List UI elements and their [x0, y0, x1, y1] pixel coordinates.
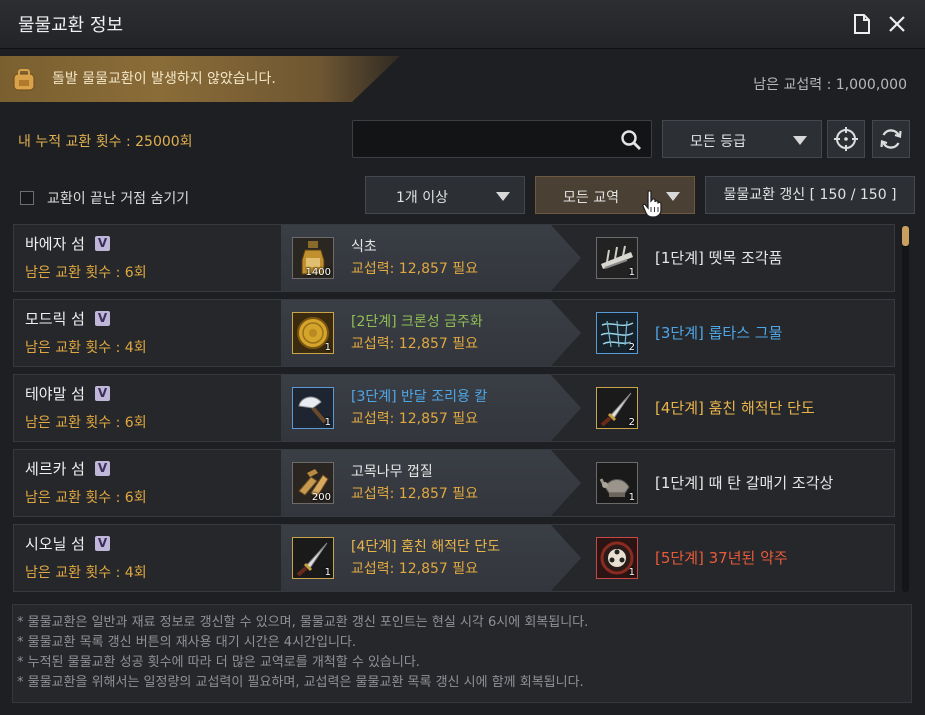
given-item-cost: 교섭력: 12,857 필요 — [351, 561, 479, 577]
scrollbar[interactable] — [902, 226, 909, 592]
pirate-dagger-icon[interactable]: 2 — [596, 387, 638, 429]
item-quantity: 1400 — [305, 267, 331, 278]
search-input[interactable] — [361, 129, 615, 151]
item-quantity: 1 — [324, 567, 331, 578]
route-filter-dropdown[interactable]: 모든 교역 — [535, 176, 695, 214]
crescent-knife-icon[interactable]: 1 — [292, 387, 334, 429]
remaining-negotiation-power: 남은 교섭력 : 1,000,000 — [753, 77, 907, 93]
route-filter-label: 모든 교역 — [563, 190, 619, 206]
remaining-trade-count: 남은 교환 횟수 : 6회 — [25, 415, 147, 431]
given-item-name: 고목나무 껍질 — [351, 464, 433, 480]
title-bar: 물물교환 정보 — [0, 0, 925, 49]
note-line: * 물물교환 목록 갱신 버튼의 재사용 대기 시간은 4시간입니다. — [17, 635, 357, 650]
chevron-down-icon — [666, 192, 680, 201]
sudden-trade-alert: 돌발 물물교환이 발생하지 않았습니다. — [0, 56, 400, 102]
item-quantity: 1 — [628, 567, 635, 578]
note-line: * 누적된 물물교환 성공 횟수에 따라 더 많은 교역로를 개척할 수 있습니… — [17, 655, 420, 670]
trade-row[interactable]: 시오닐 섬 V 남은 교환 횟수 : 4회 1 [4단계] 훔친 해적단 단도 교… — [13, 524, 895, 592]
seagull-statue-icon[interactable]: 1 — [596, 462, 638, 504]
note-line: * 물물교환은 일반과 재료 정보로 갱신할 수 있으며, 물물교환 갱신 포인… — [17, 615, 589, 630]
hide-finished-checkbox[interactable]: 교환이 끝난 거점 숨기기 — [20, 188, 189, 208]
received-item-name: [4단계] 훔친 해적단 단도 — [655, 399, 815, 417]
v-badge: V — [94, 461, 110, 476]
island-name: 시오닐 섬 — [25, 535, 85, 553]
given-item-cost: 교섭력: 12,857 필요 — [351, 336, 479, 352]
given-item-name: [3단계] 반달 조리용 칼 — [351, 389, 488, 405]
given-item-cost: 교섭력: 12,857 필요 — [351, 486, 479, 502]
backpack-icon — [11, 68, 37, 96]
island-name: 모드릭 섬 — [25, 310, 85, 328]
island-name: 바에자 섬 — [25, 235, 85, 253]
scrollbar-thumb[interactable] — [902, 226, 909, 246]
island-name: 세르카 섬 — [25, 460, 85, 478]
help-notes: * 물물교환은 일반과 재료 정보로 갱신할 수 있으며, 물물교환 갱신 포인… — [12, 604, 912, 703]
alert-message: 돌발 물물교환이 발생하지 않았습니다. — [52, 71, 276, 87]
v-badge: V — [94, 236, 110, 251]
received-item-name: [3단계] 롭타스 그물 — [655, 324, 783, 342]
checkbox-box[interactable] — [20, 191, 34, 205]
aged-wine-icon[interactable]: 1 — [596, 537, 638, 579]
island-name: 테야말 섬 — [25, 385, 85, 403]
item-quantity: 1 — [324, 342, 331, 353]
pirate-dagger-icon[interactable]: 1 — [292, 537, 334, 579]
given-item-cost: 교섭력: 12,857 필요 — [351, 261, 479, 277]
item-quantity: 200 — [311, 492, 331, 503]
given-item-cost: 교섭력: 12,857 필요 — [351, 411, 479, 427]
hand-cursor-icon — [641, 189, 667, 223]
v-badge: V — [94, 386, 110, 401]
given-item-name: [2단계] 크론성 금주화 — [351, 314, 483, 330]
trade-row[interactable]: 모드릭 섬 V 남은 교환 횟수 : 4회 1 [2단계] 크론성 금주화 교섭력… — [13, 299, 895, 367]
count-filter-label: 1개 이상 — [396, 190, 448, 206]
given-item-name: [4단계] 훔친 해적단 단도 — [351, 539, 501, 555]
close-icon[interactable] — [885, 12, 909, 36]
trade-refresh-button[interactable]: 물물교환 갱신 [ 150 / 150 ] — [705, 176, 915, 214]
v-badge: V — [94, 311, 110, 326]
item-quantity: 1 — [628, 492, 635, 503]
trade-list[interactable]: 바에자 섬 V 남은 교환 횟수 : 6회 1400 식초 교섭력: 12,857… — [13, 224, 897, 598]
remaining-trade-count: 남은 교환 횟수 : 4회 — [25, 565, 147, 581]
gold-coin-icon[interactable]: 1 — [292, 312, 334, 354]
given-item-name: 식초 — [351, 239, 377, 255]
received-item-name: [1단계] 뗏목 조각품 — [655, 249, 783, 267]
received-item-name: [1단계] 때 탄 갈매기 조각상 — [655, 474, 834, 492]
chevron-down-icon — [496, 192, 510, 201]
reload-button[interactable] — [872, 120, 910, 158]
remaining-trade-count: 남은 교환 횟수 : 6회 — [25, 265, 147, 281]
item-quantity: 1 — [324, 417, 331, 428]
search-icon[interactable] — [620, 129, 642, 155]
raft-sculpture-icon[interactable]: 1 — [596, 237, 638, 279]
item-quantity: 2 — [628, 417, 635, 428]
remaining-trade-count: 남은 교환 횟수 : 4회 — [25, 340, 147, 356]
item-quantity: 2 — [628, 342, 635, 353]
crosshair-icon — [834, 127, 858, 151]
v-badge: V — [94, 536, 110, 551]
trade-row[interactable]: 세르카 섬 V 남은 교환 횟수 : 6회 200 고목나무 껍질 교섭력: 12… — [13, 449, 895, 517]
item-quantity: 1 — [628, 267, 635, 278]
grade-filter-label: 모든 등급 — [690, 134, 746, 150]
hide-finished-label: 교환이 끝난 거점 숨기기 — [47, 191, 190, 207]
grade-filter-dropdown[interactable]: 모든 등급 — [662, 120, 822, 158]
refresh-icon — [880, 129, 902, 149]
search-box[interactable] — [352, 120, 652, 158]
received-item-name: [5단계] 37년된 약주 — [655, 549, 788, 567]
trade-row[interactable]: 테야말 섬 V 남은 교환 횟수 : 6회 1 [3단계] 반달 조리용 칼 교섭… — [13, 374, 895, 442]
chevron-down-icon — [793, 136, 807, 145]
remaining-trade-count: 남은 교환 횟수 : 6회 — [25, 490, 147, 506]
count-filter-dropdown[interactable]: 1개 이상 — [365, 176, 525, 214]
cumulative-trade-count: 내 누적 교환 횟수 : 25000회 — [18, 134, 193, 150]
trade-row[interactable]: 바에자 섬 V 남은 교환 횟수 : 6회 1400 식초 교섭력: 12,857… — [13, 224, 895, 292]
note-line: * 물물교환을 위해서는 일정량의 교섭력이 필요하며, 교섭력은 물물교환 목… — [17, 675, 584, 690]
vinegar-icon[interactable]: 1400 — [292, 237, 334, 279]
window-title: 물물교환 정보 — [18, 15, 124, 36]
locate-button[interactable] — [827, 120, 865, 158]
fishing-net-icon[interactable]: 2 — [596, 312, 638, 354]
bark-icon[interactable]: 200 — [292, 462, 334, 504]
document-icon[interactable] — [850, 12, 874, 36]
